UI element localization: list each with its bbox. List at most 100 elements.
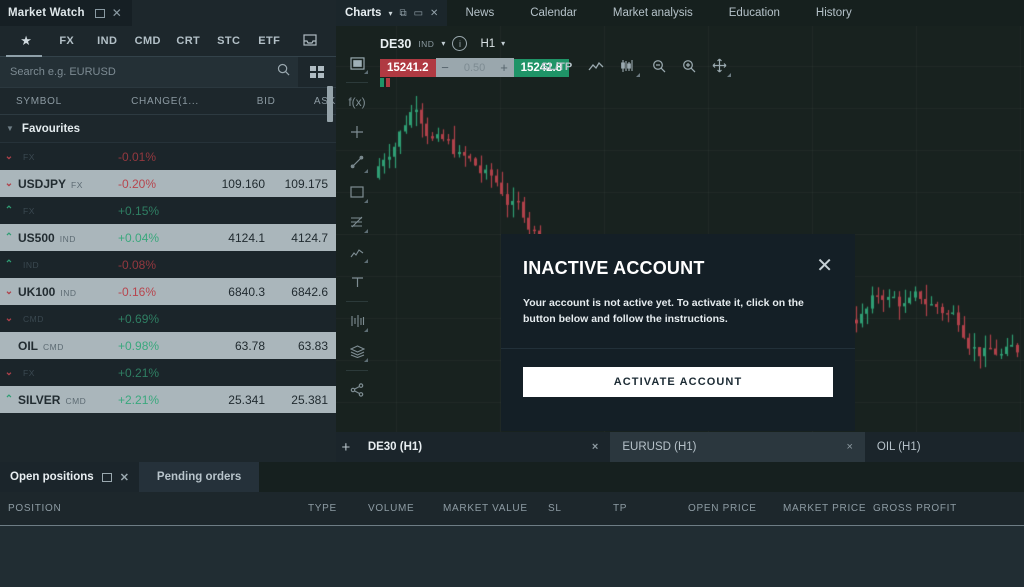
chart-symbol[interactable]: DE30	[380, 37, 411, 51]
search-icon[interactable]	[277, 63, 290, 81]
tab-education[interactable]: Education	[711, 0, 798, 26]
close-icon[interactable]: ✕	[816, 258, 833, 274]
market-watch-row[interactable]: ⌄UK100IND-0.16%6840.36842.6	[0, 278, 336, 305]
column-tp[interactable]: TP	[613, 503, 688, 514]
market-watch-row[interactable]: ⌄FX+0.21%	[0, 359, 336, 386]
chart-type-icon[interactable]	[343, 48, 371, 78]
chart-tab-de30[interactable]: DE30 (H1) ×	[356, 432, 611, 462]
line-chart-icon[interactable]	[588, 60, 604, 75]
trend-arrow-icon: ⌄	[0, 286, 18, 297]
group-favourites[interactable]: ▼ Favourites	[0, 115, 336, 143]
tab-market-analysis[interactable]: Market analysis	[595, 0, 711, 26]
market-watch-row[interactable]: ⌄CMD+0.69%	[0, 305, 336, 332]
row-bid[interactable]: 25.341	[202, 393, 265, 407]
tab-pending-orders[interactable]: Pending orders	[139, 462, 259, 492]
move-icon[interactable]	[712, 58, 727, 76]
column-market-price[interactable]: MARKET PRICE	[783, 503, 873, 514]
column-volume[interactable]: VOLUME	[368, 503, 443, 514]
search-input[interactable]	[8, 65, 277, 79]
row-ask[interactable]: 63.83	[265, 339, 328, 353]
market-watch-scrollbar[interactable]	[327, 86, 333, 122]
close-icon[interactable]: ✕	[430, 8, 438, 19]
candlestick-icon[interactable]	[620, 59, 636, 76]
rectangle-icon[interactable]	[343, 177, 371, 207]
chevron-down-icon[interactable]: ▾	[501, 39, 505, 48]
market-watch-row[interactable]: ⌄USDJPYFX-0.20%109.160109.175	[0, 170, 336, 197]
column-symbol[interactable]: SYMBOL	[0, 96, 131, 107]
column-type[interactable]: TYPE	[308, 503, 368, 514]
layers-icon[interactable]	[343, 336, 371, 366]
market-watch-row[interactable]: ⌃SILVERCMD+2.21%25.34125.381	[0, 386, 336, 413]
column-sl[interactable]: SL	[548, 503, 613, 514]
row-bid[interactable]: 109.160	[202, 177, 265, 191]
tab-fx[interactable]: FX	[47, 35, 88, 47]
inbox-icon[interactable]	[290, 34, 331, 49]
row-bid[interactable]: 63.78	[202, 339, 265, 353]
row-ask[interactable]: 4124.7	[265, 231, 328, 245]
volume-stepper[interactable]: − 0.50 +	[436, 58, 514, 77]
share-icon[interactable]	[343, 375, 371, 405]
tab-favourites[interactable]: ★	[6, 33, 47, 49]
grid-view-icon[interactable]	[298, 57, 336, 87]
activate-account-button[interactable]: ACTIVATE ACCOUNT	[523, 367, 833, 397]
chevron-down-icon[interactable]: ▾	[388, 9, 392, 18]
column-market-value[interactable]: MARKET VALUE	[443, 503, 548, 514]
volume-decrease-button[interactable]: −	[436, 58, 455, 77]
trendline-icon[interactable]	[343, 147, 371, 177]
tab-cmd[interactable]: CMD	[128, 35, 169, 47]
market-watch-row[interactable]: ⌃FX+0.15%	[0, 197, 336, 224]
tab-history[interactable]: History	[798, 0, 870, 26]
tab-crt[interactable]: CRT	[168, 35, 209, 47]
row-ask[interactable]: 25.381	[265, 393, 328, 407]
column-change[interactable]: CHANGE(1...	[131, 96, 215, 107]
chart-tab-oil[interactable]: OIL (H1)	[865, 432, 1024, 462]
chart-tab-eurusd[interactable]: EURUSD (H1) ×	[610, 432, 865, 462]
market-watch-row[interactable]: OILCMD+0.98%63.7863.83	[0, 332, 336, 359]
chevron-down-icon[interactable]: ▾	[441, 39, 445, 48]
search-box[interactable]	[0, 57, 298, 87]
volume-increase-button[interactable]: +	[495, 58, 514, 77]
market-watch-row[interactable]: ⌃US500IND+0.04%4124.14124.7	[0, 224, 336, 251]
row-bid[interactable]: 4124.1	[202, 231, 265, 245]
tab-etf[interactable]: ETF	[249, 35, 290, 47]
market-watch-tabs: ★ FX IND CMD CRT STC ETF	[0, 26, 336, 57]
row-ask[interactable]: 109.175	[265, 177, 328, 191]
elliott-wave-icon[interactable]	[343, 237, 371, 267]
close-icon[interactable]: ×	[846, 441, 852, 453]
sell-price-button[interactable]: 15241.2	[380, 59, 436, 77]
crosshair-icon[interactable]	[343, 117, 371, 147]
column-position[interactable]: POSITION	[0, 503, 308, 514]
maximize-icon[interactable]	[102, 473, 112, 482]
column-bid[interactable]: BID	[215, 96, 275, 107]
maximize-icon[interactable]: ▭	[414, 8, 423, 19]
column-gross-profit[interactable]: GROSS PROFIT	[873, 503, 973, 514]
timeframe-selector[interactable]: H1 ▾	[480, 38, 505, 50]
close-icon[interactable]: ✕	[112, 8, 122, 18]
chevron-down-icon[interactable]: ▼	[6, 124, 14, 133]
info-icon[interactable]: i	[452, 36, 467, 51]
tab-open-positions[interactable]: Open positions ✕	[0, 462, 139, 492]
oscillator-icon[interactable]	[343, 306, 371, 336]
add-chart-button[interactable]: +	[336, 432, 356, 462]
tab-stc[interactable]: STC	[209, 35, 250, 47]
indicators-fx-icon[interactable]: f(x)	[343, 87, 371, 117]
close-icon[interactable]: ✕	[120, 471, 129, 484]
tab-calendar[interactable]: Calendar	[512, 0, 595, 26]
maximize-icon[interactable]	[95, 9, 105, 18]
market-watch-row[interactable]: ⌄FX-0.01%	[0, 143, 336, 170]
zoom-in-icon[interactable]	[682, 59, 696, 76]
fibonacci-icon[interactable]	[343, 207, 371, 237]
zoom-out-icon[interactable]	[652, 59, 666, 76]
close-icon[interactable]: ×	[592, 441, 598, 453]
tab-news[interactable]: News	[447, 0, 512, 26]
popout-icon[interactable]: ⧉	[399, 8, 406, 19]
tab-ind[interactable]: IND	[87, 35, 128, 47]
market-watch-row[interactable]: ⌃IND-0.08%	[0, 251, 336, 278]
row-ask[interactable]: 6842.6	[265, 285, 328, 299]
sltp-toggle[interactable]: SL/TP	[541, 61, 572, 73]
text-tool-icon[interactable]	[343, 267, 371, 297]
tab-charts[interactable]: Charts ▾ ⧉ ▭ ✕	[336, 0, 447, 26]
row-bid[interactable]: 6840.3	[202, 285, 265, 299]
volume-value[interactable]: 0.50	[455, 62, 495, 74]
column-open-price[interactable]: OPEN PRICE	[688, 503, 783, 514]
